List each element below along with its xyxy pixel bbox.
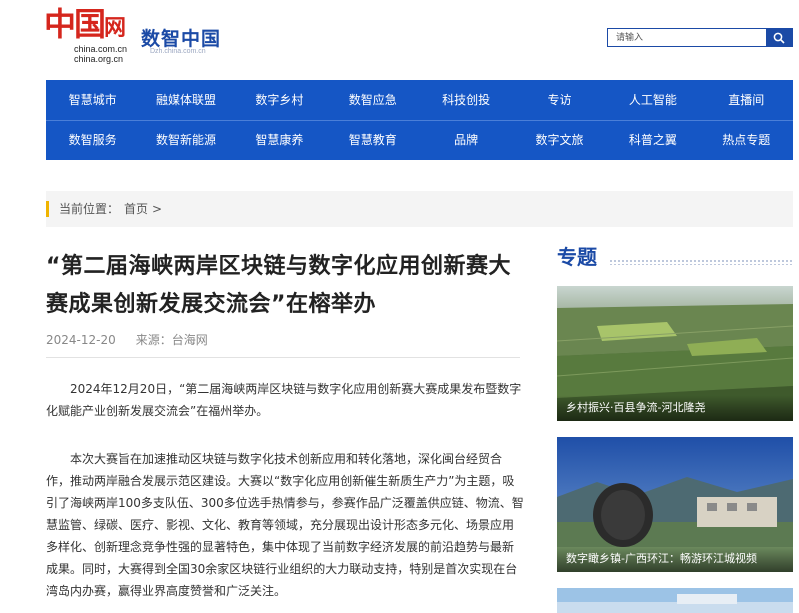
site-name[interactable]: 数智中国 (141, 24, 221, 51)
breadcrumb: 当前位置： 首页 > (46, 191, 793, 227)
sidebar-title-dots (609, 259, 793, 265)
site-header: 中国网 china.com.cn china.org.cn 数智中国 Dzh.c… (0, 0, 799, 76)
topic-caption-2: 数字瞰乡镇-广西环江：畅游环江城视频 (557, 546, 793, 572)
nav-item-culture-tourism[interactable]: 数字文旅 (513, 120, 606, 160)
nav-item-ai[interactable]: 人工智能 (606, 80, 699, 120)
article-date: 2024-12-20 (46, 333, 116, 347)
nav-row-2: 数智服务 数智新能源 智慧康养 智慧教育 品牌 数字文旅 科普之翼 热点专题 (46, 120, 793, 160)
china-net-logo[interactable]: 中国网 china.com.cn china.org.cn (44, 6, 134, 68)
article-paragraph-1: 2024年12月20日，“第二届海峡两岸区块链与数字化应用创新赛大赛成果发布暨数… (46, 382, 522, 418)
nav-row-1: 智慧城市 融媒体联盟 数字乡村 数智应急 科技创投 专访 人工智能 直播间 (46, 80, 793, 120)
breadcrumb-home-link[interactable]: 首页 (124, 191, 148, 227)
nav-item-smart-city[interactable]: 智慧城市 (46, 80, 139, 120)
nav-item-education[interactable]: 智慧教育 (326, 120, 419, 160)
article-paragraph-2: 本次大赛旨在加速推动区块链与数字化技术创新应用和转化落地，深化闽台经贸合作，推动… (46, 452, 524, 598)
article-source: 来源：台海网 (135, 333, 208, 347)
topic-card-2[interactable]: 数字瞰乡镇-广西环江：畅游环江城视频 (557, 437, 793, 572)
nav-item-elder-care[interactable]: 智慧康养 (233, 120, 326, 160)
logo-url-com: china.com.cn (74, 44, 128, 54)
site-subdomain: Dzh.china.com.cn (150, 48, 206, 55)
logo-text: 中国网 (44, 5, 127, 43)
nav-item-brand[interactable]: 品牌 (420, 120, 513, 160)
nav-item-media-alliance[interactable]: 融媒体联盟 (139, 80, 232, 120)
topic-caption-1: 乡村振兴·百县争流-河北隆尧 (557, 395, 793, 421)
nav-item-emergency[interactable]: 数智应急 (326, 80, 419, 120)
topic-card-3[interactable] (557, 588, 793, 613)
meta-divider (46, 357, 520, 358)
article-title: “第二届海峡两岸区块链与数字化应用创新赛大赛成果创新发展交流会”在榕举办 (46, 254, 511, 317)
main-nav: 智慧城市 融媒体联盟 数字乡村 数智应急 科技创投 专访 人工智能 直播间 数智… (46, 80, 793, 160)
nav-item-new-energy[interactable]: 数智新能源 (139, 120, 232, 160)
breadcrumb-separator: > (152, 202, 163, 216)
nav-item-science[interactable]: 科普之翼 (606, 120, 699, 160)
nav-item-services[interactable]: 数智服务 (46, 120, 139, 160)
article-meta: 2024-12-20 来源：台海网 (46, 331, 208, 348)
nav-item-live[interactable]: 直播间 (700, 80, 793, 120)
logo-url-org: china.org.cn (74, 54, 124, 64)
topic-image-3 (557, 588, 793, 613)
nav-item-hot-topics[interactable]: 热点专题 (700, 120, 793, 160)
search-input[interactable] (608, 29, 766, 46)
search-button[interactable] (766, 29, 792, 46)
search-icon (773, 32, 785, 44)
topic-card-1[interactable]: 乡村振兴·百县争流-河北隆尧 (557, 286, 793, 421)
nav-item-tech-venture[interactable]: 科技创投 (420, 80, 513, 120)
search-box (607, 28, 793, 47)
breadcrumb-accent-bar (46, 201, 49, 217)
nav-item-digital-village[interactable]: 数字乡村 (233, 80, 326, 120)
sidebar-title: 专题 (557, 245, 597, 269)
breadcrumb-label: 当前位置： (59, 202, 120, 216)
nav-item-interview[interactable]: 专访 (513, 80, 606, 120)
